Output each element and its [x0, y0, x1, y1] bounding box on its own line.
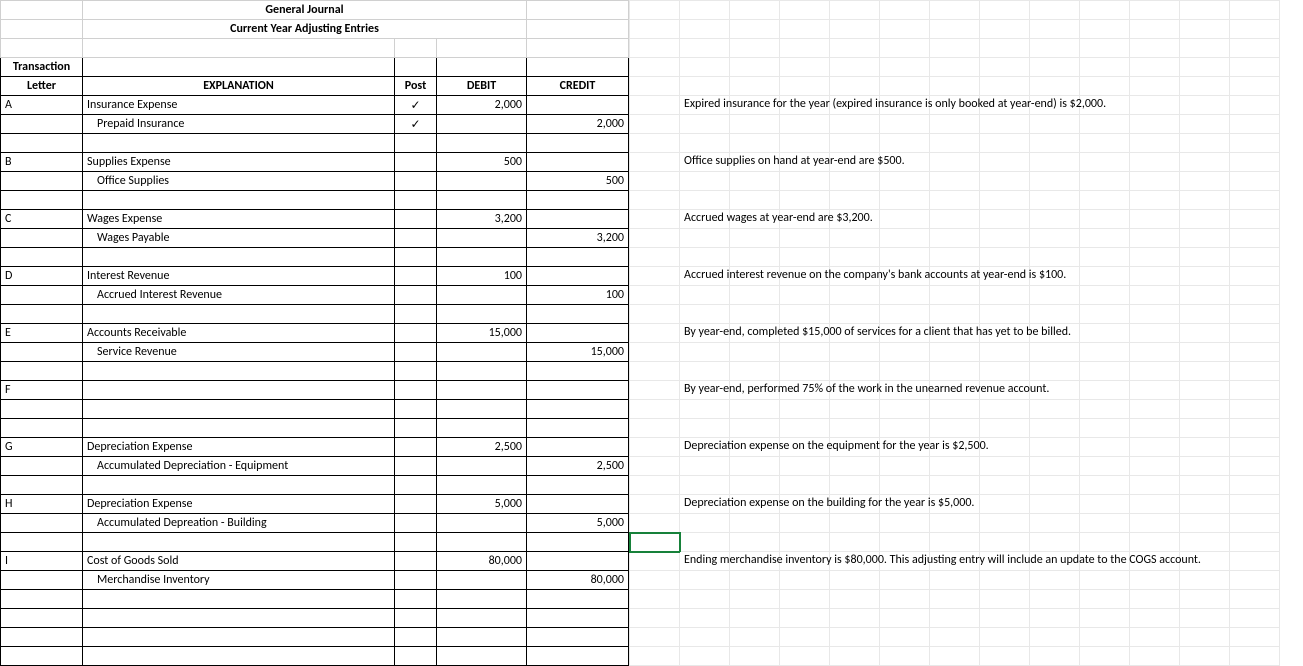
header-transaction: Transaction — [1, 58, 83, 77]
table-row: G Depreciation Expense 2,500 — [1, 438, 629, 457]
entry-credit-amount: 100 — [527, 286, 629, 305]
entry-letter: C — [1, 210, 83, 229]
entry-credit-amount: 15,000 — [527, 343, 629, 362]
entry-letter: B — [1, 153, 83, 172]
header-post: Post — [395, 77, 437, 96]
entry-letter: F — [1, 381, 83, 400]
entry-letter: H — [1, 495, 83, 514]
entry-debit-account: Cost of Goods Sold — [83, 552, 395, 571]
entry-debit-account: Accounts Receivable — [83, 324, 395, 343]
entry-debit-amount: 100 — [437, 267, 527, 286]
table-row: C Wages Expense 3,200 — [1, 210, 629, 229]
entry-description: Office supplies on hand at year-end are … — [684, 154, 905, 168]
table-row: Accumulated Depreciation - Equipment 2,5… — [1, 457, 629, 476]
post-mark: ✓ — [395, 96, 437, 115]
entry-debit-account: Interest Revenue — [83, 267, 395, 286]
entry-description: Accrued interest revenue on the company'… — [684, 268, 1066, 282]
entry-debit-account: Supplies Expense — [83, 153, 395, 172]
table-row: Accrued Interest Revenue 100 — [1, 286, 629, 305]
title-general-journal: General Journal — [83, 1, 527, 20]
table-row: A Insurance Expense ✓ 2,000 — [1, 96, 629, 115]
entry-credit-amount: 3,200 — [527, 229, 629, 248]
selected-cell[interactable] — [630, 533, 680, 552]
entry-letter: D — [1, 267, 83, 286]
entry-credit-amount: 2,500 — [527, 457, 629, 476]
header-debit: DEBIT — [437, 77, 527, 96]
table-row: Accumulated Depreation - Building 5,000 — [1, 514, 629, 533]
entry-letter: I — [1, 552, 83, 571]
entry-description: By year-end, performed 75% of the work i… — [684, 382, 1049, 396]
entry-debit-amount: 5,000 — [437, 495, 527, 514]
entry-debit-amount: 2,000 — [437, 96, 527, 115]
table-row: E Accounts Receivable 15,000 — [1, 324, 629, 343]
table-row: F — [1, 381, 629, 400]
entry-debit-account: Depreciation Expense — [83, 438, 395, 457]
post-mark: ✓ — [395, 115, 437, 134]
entry-credit-account: Merchandise Inventory — [83, 571, 395, 590]
entry-credit-account: Prepaid Insurance — [83, 115, 395, 134]
table-row: Service Revenue 15,000 — [1, 343, 629, 362]
entry-credit-account: Office Supplies — [83, 172, 395, 191]
entry-description: Ending merchandise inventory is $80,000.… — [684, 553, 1201, 567]
entry-description: Accrued wages at year-end are $3,200. — [684, 211, 873, 225]
entry-letter: A — [1, 96, 83, 115]
header-credit: CREDIT — [527, 77, 629, 96]
entry-debit-amount: 15,000 — [437, 324, 527, 343]
entry-letter: E — [1, 324, 83, 343]
table-row: D Interest Revenue 100 — [1, 267, 629, 286]
entry-debit-account: Wages Expense — [83, 210, 395, 229]
table-row: B Supplies Expense 500 — [1, 153, 629, 172]
table-row: Office Supplies 500 — [1, 172, 629, 191]
entry-credit-account: Service Revenue — [83, 343, 395, 362]
entry-debit-amount: 500 — [437, 153, 527, 172]
entry-credit-amount: 80,000 — [527, 571, 629, 590]
table-row: Merchandise Inventory 80,000 — [1, 571, 629, 590]
header-letter: Letter — [1, 77, 83, 96]
table-row: H Depreciation Expense 5,000 — [1, 495, 629, 514]
journal-table: General Journal Current Year Adjusting E… — [0, 0, 629, 666]
entry-debit-amount: 2,500 — [437, 438, 527, 457]
title-adjusting-entries: Current Year Adjusting Entries — [83, 20, 527, 39]
entry-debit-amount: 80,000 — [437, 552, 527, 571]
table-row: I Cost of Goods Sold 80,000 — [1, 552, 629, 571]
entry-credit-account: Accumulated Depreation - Building — [83, 514, 395, 533]
table-row: Prepaid Insurance ✓ 2,000 — [1, 115, 629, 134]
entry-credit-account: Accumulated Depreciation - Equipment — [83, 457, 395, 476]
entry-credit-account: Wages Payable — [83, 229, 395, 248]
entry-credit-amount: 500 — [527, 172, 629, 191]
entry-debit-account: Insurance Expense — [83, 96, 395, 115]
notes-grid: Expired insurance for the year (expired … — [629, 0, 1280, 666]
entry-debit-amount: 3,200 — [437, 210, 527, 229]
entry-debit-account: Depreciation Expense — [83, 495, 395, 514]
entry-credit-amount: 5,000 — [527, 514, 629, 533]
header-explanation: EXPLANATION — [83, 77, 395, 96]
entry-description: Depreciation expense on the building for… — [684, 496, 974, 510]
entry-description: Depreciation expense on the equipment fo… — [684, 439, 989, 453]
entry-description: Expired insurance for the year (expired … — [684, 97, 1106, 111]
table-row: Wages Payable 3,200 — [1, 229, 629, 248]
entry-credit-account: Accrued Interest Revenue — [83, 286, 395, 305]
entry-letter: G — [1, 438, 83, 457]
entry-description: By year-end, completed $15,000 of servic… — [684, 325, 1071, 339]
entry-credit-amount: 2,000 — [527, 115, 629, 134]
